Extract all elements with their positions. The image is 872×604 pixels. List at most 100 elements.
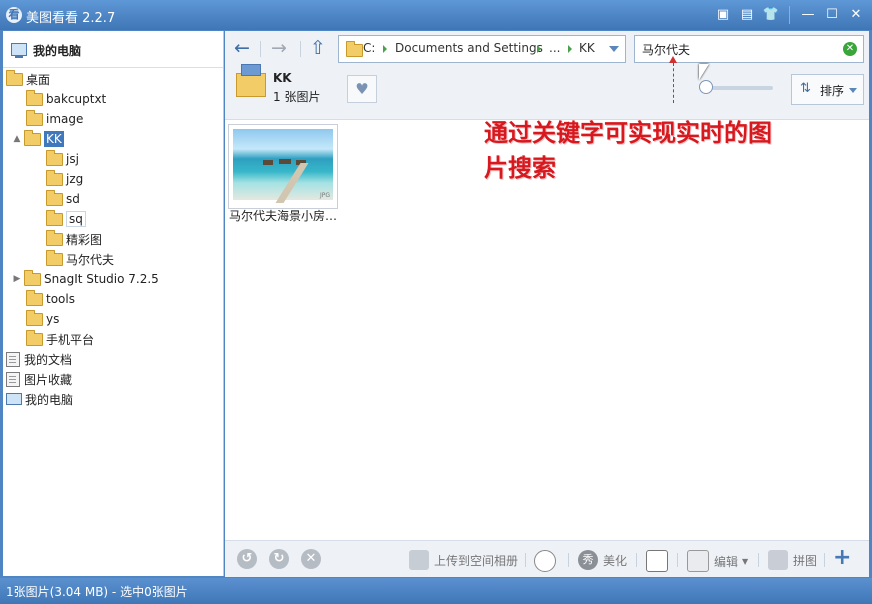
folder-icon (26, 109, 43, 126)
rotate-right-icon[interactable]: ↻ (269, 549, 289, 569)
tree-item-bakcuptxt[interactable]: bakcuptxt (26, 89, 106, 109)
up-folder-button[interactable]: ⇧ (306, 39, 330, 59)
tree-item-jingcaitu[interactable]: 精彩图 (46, 229, 102, 249)
zoom-slider-handle[interactable] (699, 80, 713, 94)
tree-item-label: bakcuptxt (46, 92, 107, 106)
skin-icon[interactable]: 👕 (761, 5, 781, 25)
title-separator (789, 6, 790, 24)
sidebar-header[interactable]: 我的电脑 (3, 31, 223, 68)
tree-item-my-computer[interactable]: 我的电脑 (6, 389, 73, 409)
beautify-icon: 秀 (578, 550, 598, 570)
expand-arrow-icon[interactable]: ▶ (12, 274, 22, 284)
toolbar-separator (677, 553, 678, 567)
water-bungalow-2 (279, 159, 291, 164)
edit-button[interactable]: 编辑 ▼ (687, 550, 748, 572)
status-text: 1张图片(3.04 MB) - 选中0张图片 (6, 585, 188, 599)
upload-star-icon (409, 550, 429, 570)
tree-item-jsj[interactable]: jsj (46, 149, 79, 169)
title-bar[interactable]: 看 美图看看 2.2.7 ▣ ▤ 👕 — ☐ ✕ (0, 0, 872, 30)
sort-button[interactable]: ⇅ 排序 (791, 74, 864, 105)
tree-item-picture-favorites[interactable]: 图片收藏 (6, 369, 72, 389)
image-count: 1 张图片 (273, 90, 321, 104)
folder-icon (46, 149, 63, 166)
beautify-label: 美化 (603, 553, 628, 568)
tree-item-maldives[interactable]: 马尔代夫 (46, 249, 114, 269)
feedback-icon[interactable]: ▣ (713, 5, 733, 25)
water-bungalow-1 (263, 160, 273, 165)
beautify-button[interactable]: 秀美化 (578, 550, 627, 570)
image-thumbnail[interactable]: JPG (228, 124, 338, 209)
folder-icon (46, 169, 63, 186)
tree-item-image[interactable]: image (26, 109, 83, 129)
tree-item-label: 我的电脑 (25, 392, 74, 407)
tree-item-label: tools (46, 292, 75, 306)
upload-button[interactable]: 上传到空间相册 (409, 550, 518, 570)
add-icon[interactable]: + (833, 545, 851, 570)
tree-item-ys[interactable]: ys (26, 309, 59, 329)
documents-icon (6, 351, 20, 367)
toolbar-separator (300, 41, 301, 57)
tree-item-label: 桌面 (26, 72, 51, 87)
clear-search-icon[interactable]: ✕ (843, 42, 857, 56)
toolbar-separator (824, 553, 825, 567)
zoom-slider[interactable] (703, 86, 773, 90)
minimize-icon[interactable]: — (798, 5, 818, 25)
maximize-icon[interactable]: ☐ (822, 5, 842, 25)
toolbar-separator (260, 41, 261, 57)
tree-item-label: sq (66, 211, 86, 227)
folder-icon (26, 89, 43, 106)
address-dropdown-icon[interactable] (609, 46, 619, 52)
tree-item-tools[interactable]: tools (26, 289, 75, 309)
app-window: 看 美图看看 2.2.7 ▣ ▤ 👕 — ☐ ✕ 我的电脑 桌面 bakcupt… (0, 0, 872, 604)
slideshow-button[interactable] (646, 550, 673, 572)
tree-item-label: sd (66, 192, 80, 206)
folder-icon (26, 329, 43, 346)
sidebar-title: 我的电脑 (33, 44, 82, 58)
breadcrumb-documents[interactable]: Documents and Settings (395, 41, 543, 55)
current-folder-name: KK (273, 71, 292, 85)
tree-item-kk[interactable]: ▲ KK (12, 129, 64, 149)
toolbar-separator (636, 553, 637, 567)
tree-item-label: SnagIt Studio 7.2.5 (44, 272, 159, 286)
jpg-badge: JPG (319, 192, 330, 199)
tree-item-label: 图片收藏 (24, 372, 73, 387)
main-toolbar: ← → ⇧ C: Documents and Settings ... KK ✕ (225, 31, 869, 120)
chevron-down-icon: ▼ (742, 556, 749, 566)
folder-icon (26, 309, 43, 326)
delete-icon[interactable]: ✕ (301, 549, 321, 569)
favorite-button[interactable]: ♥ (347, 75, 377, 103)
address-bar[interactable]: C: Documents and Settings ... KK (338, 35, 626, 63)
breadcrumb-ellipsis[interactable]: ... (549, 41, 560, 55)
annotation-text: 通过关键字可实现实时的图片搜索 (484, 119, 772, 182)
collapse-arrow-icon[interactable]: ▲ (12, 134, 22, 144)
tree-item-label: image (46, 112, 84, 126)
forward-button[interactable]: → (267, 39, 291, 59)
tree-item-desktop[interactable]: 桌面 (6, 69, 50, 89)
tree-item-mobile[interactable]: 手机平台 (26, 329, 94, 349)
rotate-left-icon[interactable]: ↺ (237, 549, 257, 569)
breadcrumb-drive[interactable]: C: (363, 41, 375, 55)
computer-icon (11, 43, 27, 58)
menu-icon[interactable]: ▤ (737, 5, 757, 25)
breadcrumb-kk[interactable]: KK (579, 41, 595, 55)
collage-button[interactable]: 拼图 (768, 550, 817, 570)
back-button[interactable]: ← (230, 39, 254, 59)
tree-item-my-documents[interactable]: 我的文档 (6, 349, 72, 369)
tree-item-label: 精彩图 (66, 232, 103, 247)
annotation-arrow-icon (669, 56, 677, 63)
close-icon[interactable]: ✕ (846, 5, 866, 25)
sort-label: 排序 (820, 84, 845, 98)
tree-item-jzg[interactable]: jzg (46, 169, 83, 189)
folder-icon (6, 69, 23, 86)
app-logo-icon: 看 (6, 7, 22, 23)
tree-item-sq[interactable]: sq (46, 209, 86, 229)
tree-item-label: 我的文档 (24, 352, 73, 367)
tree-item-snagit[interactable]: ▶ SnagIt Studio 7.2.5 (12, 269, 159, 289)
weibo-button[interactable] (534, 550, 561, 572)
mouse-cursor-icon (699, 64, 709, 80)
collage-label: 拼图 (793, 553, 818, 568)
toolbar-separator (758, 553, 759, 567)
tree-item-sd[interactable]: sd (46, 189, 80, 209)
status-bar: 1张图片(3.04 MB) - 选中0张图片 (0, 578, 872, 604)
edit-label: 编辑 (714, 554, 739, 569)
